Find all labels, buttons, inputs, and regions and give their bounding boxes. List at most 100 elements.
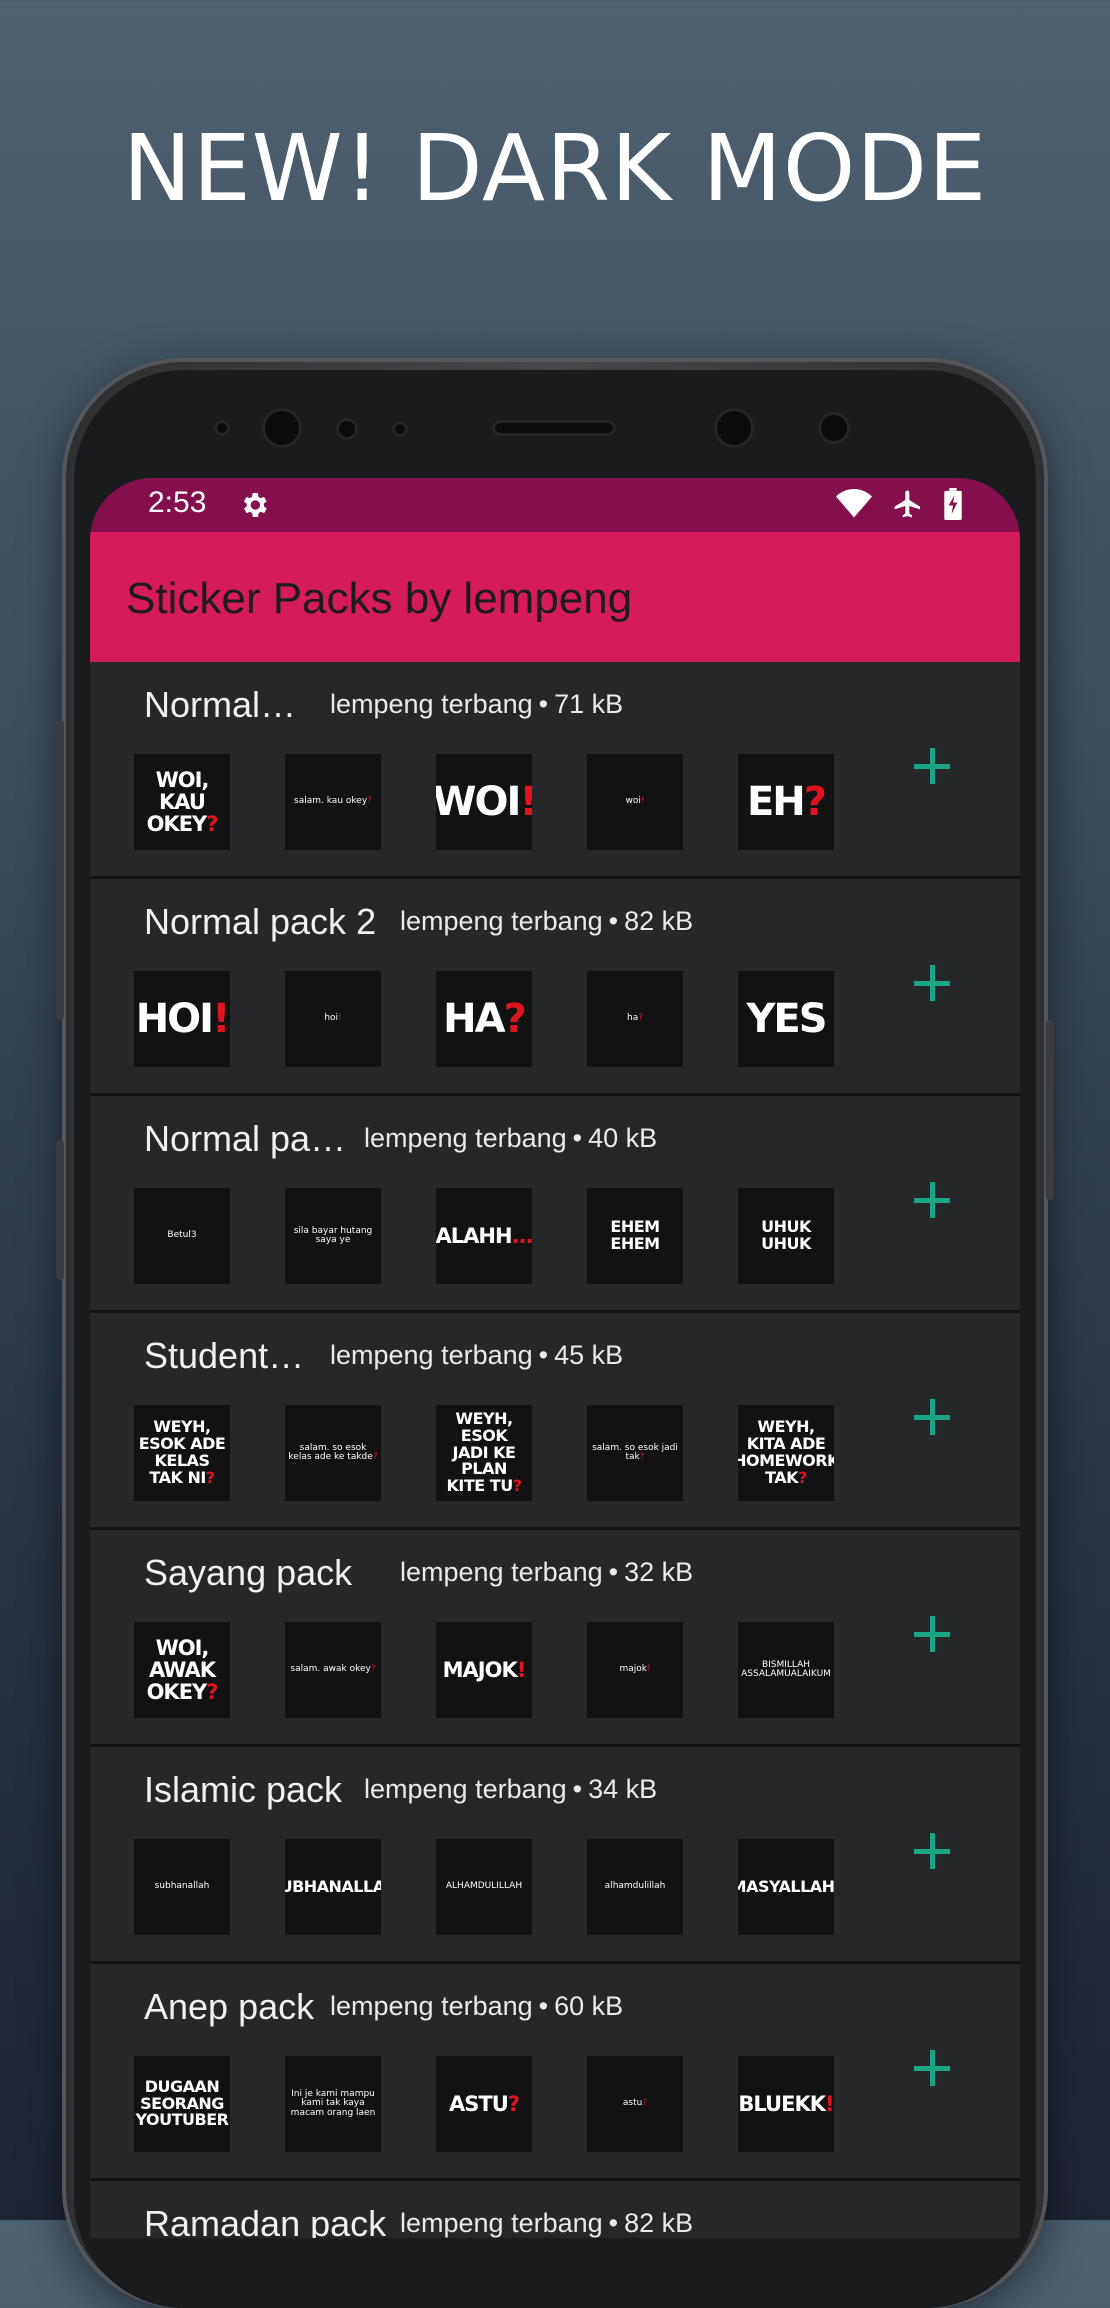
sticker-text: astu bbox=[622, 2098, 643, 2109]
separator-dot: • bbox=[608, 906, 619, 936]
sticker-pack-row[interactable]: Sayang pack lempeng terbang • 32 kB WOI, AW… bbox=[90, 1530, 1020, 1747]
sticker-text: ! bbox=[516, 1657, 527, 1682]
pack-meta: lempeng terbang • 34 kB bbox=[364, 1774, 657, 1805]
sticker-text: WOI, bbox=[155, 767, 210, 792]
separator-dot: • bbox=[572, 1123, 583, 1153]
sticker-thumbnail: ALAHH... bbox=[436, 1188, 532, 1284]
sticker-thumbnail: WOI, AWAK OKEY? bbox=[134, 1622, 230, 1718]
light-sensor bbox=[336, 418, 358, 440]
phone-screen: 2:53 Sticker Packs by lempeng Normal… le… bbox=[90, 478, 1020, 2238]
separator-dot: • bbox=[538, 1991, 549, 2021]
sticker-text: ! bbox=[338, 1013, 342, 1024]
add-to-whatsapp-button[interactable] bbox=[910, 1178, 954, 1222]
sticker-pack-row[interactable]: Normal… lempeng terbang • 71 kB WOI, KAU OKE… bbox=[90, 662, 1020, 879]
add-to-whatsapp-button[interactable] bbox=[910, 744, 954, 788]
separator-dot: • bbox=[538, 689, 549, 719]
pack-name: Sayang pack bbox=[144, 1552, 353, 1593]
sticker-pack-row[interactable]: Ramadan pack lempeng terbang•82 kB .....… bbox=[90, 2181, 1020, 2238]
sticker-thumbnail: HOI! bbox=[134, 971, 230, 1067]
sticker-thumbnail: WOI! bbox=[436, 754, 532, 850]
sticker-text: ? bbox=[798, 1467, 807, 1487]
sticker-text: ? bbox=[507, 2091, 520, 2116]
pack-publisher: lempeng terbang bbox=[400, 1557, 603, 1587]
pack-name: Anep pack bbox=[144, 1986, 315, 2027]
sticker-text: ? bbox=[370, 1664, 376, 1675]
sticker-thumbnail: Ini je kami mampu kami tak kaya macam or… bbox=[285, 2056, 381, 2152]
sticker-thumbnail: MAJOK! bbox=[436, 1622, 532, 1718]
pack-size: 71 kB bbox=[554, 689, 624, 719]
add-to-whatsapp-button[interactable] bbox=[910, 1829, 954, 1873]
gear-icon bbox=[243, 493, 267, 517]
sticker-text: MASYALLAH bbox=[738, 1876, 834, 1896]
sticker-text: ? bbox=[206, 1680, 218, 1705]
sticker-text: salam. awak okey bbox=[290, 1664, 371, 1675]
pack-size: 45 kB bbox=[554, 1340, 624, 1370]
sticker-text: ASTU bbox=[449, 2091, 509, 2116]
sticker-thumbnail: BLUEKK! bbox=[738, 2056, 834, 2152]
pack-size: 82 kB bbox=[624, 906, 694, 936]
earpiece-speaker bbox=[492, 420, 616, 436]
sticker-thumbnail: salam. kau okey? bbox=[285, 754, 381, 850]
add-to-whatsapp-button[interactable] bbox=[910, 961, 954, 1005]
pack-publisher: lempeng terbang bbox=[330, 1340, 533, 1370]
pack-meta: lempeng terbang • 60 kB bbox=[330, 1991, 623, 2022]
sticker-pack-row[interactable]: Islamic pack lempeng terbang • 34 kB subha… bbox=[90, 1747, 1020, 1964]
sticker-text: ! bbox=[640, 796, 645, 807]
pack-publisher: lempeng terbang bbox=[364, 1123, 567, 1153]
sticker-text: Betul3 bbox=[167, 1230, 197, 1241]
sticker-text: woi bbox=[625, 796, 641, 807]
sticker-thumbnail: EH? bbox=[738, 754, 834, 850]
sticker-thumbnail: WOI, KAU OKEY? bbox=[134, 754, 230, 850]
sticker-thumbnail: salam. awak okey? bbox=[285, 1622, 381, 1718]
sticker-pack-row[interactable]: Normal pack 2 lempeng terbang • 82 kB HOI!… bbox=[90, 879, 1020, 1096]
airplane-mode-icon bbox=[894, 490, 920, 518]
sticker-preview-strip: subhanallah SUBHANALLAH ALHAMDULILLAH alham… bbox=[134, 1839, 834, 1935]
sticker-text: salam. kau okey bbox=[294, 796, 368, 807]
sticker-text: OKEY bbox=[146, 1680, 208, 1705]
sticker-thumbnail: UHUK UHUK bbox=[738, 1188, 834, 1284]
add-to-whatsapp-button[interactable] bbox=[910, 1395, 954, 1439]
sticker-thumbnail: EHEM EHEM bbox=[587, 1188, 683, 1284]
sticker-text: alhamdulillah bbox=[604, 1881, 666, 1892]
sticker-pack-list[interactable]: Normal… lempeng terbang • 71 kB WOI, KAU OKE… bbox=[90, 662, 1020, 2238]
sticker-thumbnail: majok! bbox=[587, 1622, 683, 1718]
phone-volume-button bbox=[56, 720, 64, 1020]
sticker-thumbnail: salam. so esok kelas ade ke takde? bbox=[285, 1405, 381, 1501]
add-to-whatsapp-button[interactable] bbox=[910, 2046, 954, 2090]
pack-meta: lempeng terbang • 45 kB bbox=[330, 1340, 623, 1371]
sticker-text: ? bbox=[205, 1467, 215, 1487]
sticker-thumbnail: MASYALLAH! bbox=[738, 1839, 834, 1935]
status-bar: 2:53 bbox=[90, 478, 1020, 532]
sticker-text: OKEY bbox=[146, 812, 208, 837]
pack-size: 40 kB bbox=[588, 1123, 658, 1153]
sticker-text: HOI bbox=[135, 996, 214, 1042]
sticker-text: ? bbox=[512, 1476, 522, 1496]
separator-dot: • bbox=[608, 2208, 619, 2238]
sticker-text: WOI, bbox=[155, 1635, 210, 1660]
sticker-thumbnail: YES bbox=[738, 971, 834, 1067]
sticker-thumbnail: hoi! bbox=[285, 971, 381, 1067]
sticker-pack-row[interactable]: Student… lempeng terbang • 45 kB WEYH, ESOK… bbox=[90, 1313, 1020, 1530]
pack-meta: lempeng terbang • 40 kB bbox=[364, 1123, 657, 1154]
sticker-text: sila bayar hutang saya ye bbox=[293, 1225, 373, 1245]
front-camera bbox=[262, 408, 302, 448]
pack-meta: lempeng terbang • 71 kB bbox=[330, 689, 623, 720]
pack-publisher: lempeng terbang bbox=[400, 2208, 603, 2238]
sticker-thumbnail: ha? bbox=[587, 971, 683, 1067]
add-to-whatsapp-button[interactable] bbox=[910, 1612, 954, 1656]
sticker-text: ? bbox=[367, 796, 372, 807]
sticker-text: hoi bbox=[324, 1013, 339, 1024]
sticker-thumbnail: DUGAAN SEORANG YOUTUBER bbox=[134, 2056, 230, 2152]
sticker-thumbnail: WEYH, KITA ADE HOMEWORK TAK? bbox=[738, 1405, 834, 1501]
pack-size: 34 kB bbox=[588, 1774, 658, 1804]
sticker-pack-row[interactable]: Anep pack lempeng terbang • 60 kB DUGAAN SE… bbox=[90, 1964, 1020, 2181]
pack-meta: lempeng terbang • 82 kB bbox=[400, 906, 693, 937]
sticker-text: salam. so esok kelas ade ke takde bbox=[288, 1442, 373, 1462]
pack-publisher: lempeng terbang bbox=[400, 906, 603, 936]
sticker-pack-row[interactable]: Normal pa… lempeng terbang • 40 kB Betul3 s… bbox=[90, 1096, 1020, 1313]
sticker-text: UHUK UHUK bbox=[761, 1217, 811, 1253]
app-title: Sticker Packs by lempeng bbox=[126, 574, 633, 623]
pack-size: 32 kB bbox=[624, 1557, 694, 1587]
pack-size: 82 kB bbox=[624, 2208, 694, 2238]
sticker-text: YES bbox=[746, 996, 827, 1042]
